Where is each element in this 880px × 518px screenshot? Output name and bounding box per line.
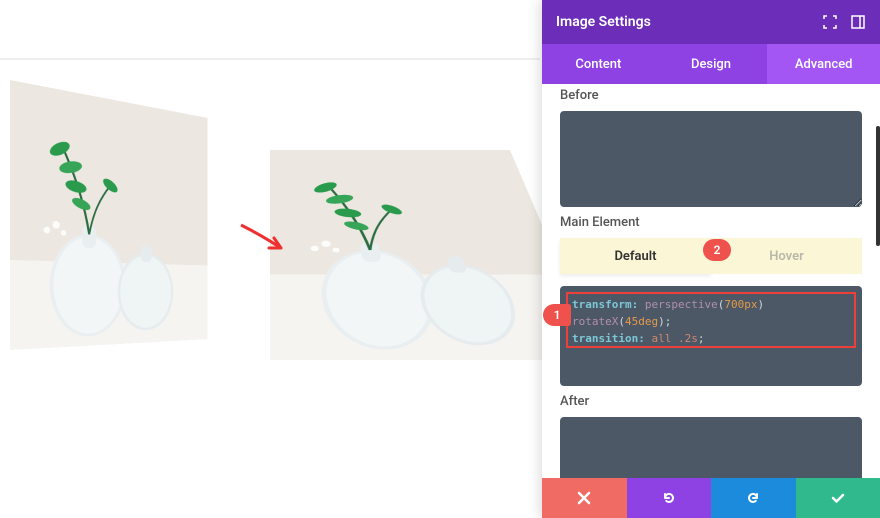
main-css-wrapper: 1 2 transform: perspective(700px) rotate… (560, 286, 862, 386)
scrollbar-thumb[interactable] (876, 126, 880, 246)
before-label: Before (560, 88, 862, 103)
preview-image-left[interactable] (10, 80, 208, 350)
redo-icon (745, 490, 761, 506)
undo-button[interactable] (627, 478, 712, 518)
panel-title: Image Settings (556, 14, 810, 30)
save-button[interactable] (796, 478, 880, 518)
tab-design[interactable]: Design (655, 44, 768, 84)
canvas-topbar (0, 0, 540, 60)
panel-actions (542, 478, 880, 518)
subtab-hover[interactable]: Hover (711, 238, 862, 274)
code-line-1: transform: perspective(700px) (572, 296, 850, 313)
after-css-input[interactable] (560, 417, 862, 478)
panel-header: Image Settings (542, 0, 880, 44)
annotation-arrow (236, 220, 296, 260)
expand-icon[interactable] (850, 14, 866, 30)
subtab-default[interactable]: Default (560, 238, 711, 274)
close-icon (577, 491, 591, 505)
preview-area (10, 80, 530, 500)
main-element-label: Main Element (560, 215, 862, 230)
panel-body[interactable]: Before Main Element Default Hover 1 2 tr… (542, 84, 880, 478)
tab-content[interactable]: Content (542, 44, 655, 84)
panel-tabs: Content Design Advanced (542, 44, 880, 84)
settings-panel: Image Settings Content Design Advanced B… (542, 0, 880, 518)
vases-graphic-left (10, 80, 208, 350)
before-css-input[interactable] (560, 111, 862, 207)
undo-icon (661, 490, 677, 506)
main-css-input[interactable]: transform: perspective(700px) rotateX(45… (560, 286, 862, 386)
tab-advanced[interactable]: Advanced (767, 44, 880, 84)
code-line-3: transition: all .2s; (572, 330, 850, 347)
callout-1: 1 (543, 304, 571, 326)
after-label: After (560, 394, 862, 409)
cancel-button[interactable] (542, 478, 627, 518)
redo-button[interactable] (711, 478, 796, 518)
code-line-2: rotateX(45deg); (572, 313, 850, 330)
editor-canvas (0, 0, 540, 518)
check-icon (830, 490, 846, 506)
focus-icon[interactable] (822, 14, 838, 30)
callout-2: 2 (703, 239, 731, 261)
